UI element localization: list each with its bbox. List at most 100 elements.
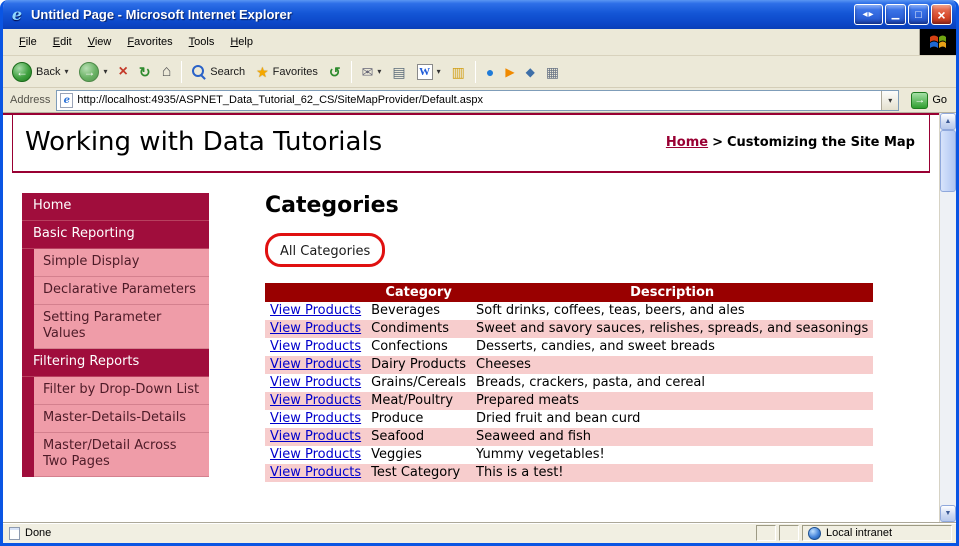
scrollbar-track[interactable] <box>940 130 956 505</box>
view-products-link[interactable]: View Products <box>270 321 361 336</box>
description-cell: This is a test! <box>476 465 564 480</box>
research-button[interactable]: ◆ <box>521 64 540 80</box>
table-row: View Products Grains/Cereals Breads, crack… <box>265 374 873 392</box>
discuss-button[interactable]: ▥ <box>447 63 470 81</box>
title-bar[interactable]: e Untitled Page - Microsoft Internet Exp… <box>3 0 956 29</box>
home-button[interactable]: ⌂ <box>157 62 177 82</box>
minimize-button[interactable]: ▁ <box>885 4 906 25</box>
view-products-cell: View Products <box>265 338 366 356</box>
categories-table-body: View Products Beverages Soft drinks, coffe… <box>265 302 874 482</box>
sidebar-item-setting-parameter-values[interactable]: Setting Parameter Values <box>34 305 209 349</box>
menu-item-view[interactable]: View <box>80 32 120 52</box>
view-products-link[interactable]: View Products <box>270 375 361 390</box>
description-cell: Seaweed and fish <box>476 429 592 444</box>
all-categories-link[interactable]: All Categories <box>280 244 370 259</box>
maximize-button[interactable]: □ <box>908 4 929 25</box>
search-icon <box>192 64 206 79</box>
menu-item-tools[interactable]: Tools <box>181 32 223 52</box>
category-cell: Confections <box>371 339 448 354</box>
address-dropdown-button[interactable]: ▾ <box>881 90 899 110</box>
menu-item-help[interactable]: Help <box>222 32 261 52</box>
description-cell: Prepared meats <box>476 393 579 408</box>
search-button[interactable]: Search <box>187 63 250 81</box>
menu-item-edit[interactable]: Edit <box>45 32 80 52</box>
status-bar: Done Local intranet <box>3 522 956 543</box>
home-icon: ⌂ <box>161 62 172 80</box>
status-spacer-pane <box>756 525 776 541</box>
address-url[interactable]: http://localhost:4935/ASPNET_Data_Tutori… <box>77 94 877 106</box>
status-spacer-pane <box>779 525 799 541</box>
table-row: View Products Condiments Sweet and savory … <box>265 320 874 338</box>
scrollbar-thumb[interactable] <box>940 130 956 192</box>
table-row: View Products Veggies Yummy vegetables! <box>265 446 873 464</box>
forward-button[interactable]: → ▾ <box>74 60 112 84</box>
zone-text: Local intranet <box>826 527 893 539</box>
go-button[interactable]: → Go <box>905 91 953 110</box>
breadcrumb-home-link[interactable]: Home <box>666 135 708 150</box>
sidebar-item-simple-display[interactable]: Simple Display <box>34 249 209 277</box>
column-header-category: Category <box>366 283 472 302</box>
sidebar-item-filtering-reports[interactable]: Filtering Reports <box>22 349 209 377</box>
refresh-button[interactable]: ↻ <box>134 63 156 81</box>
view-products-link[interactable]: View Products <box>270 411 361 426</box>
description-cell: Dried fruit and bean curd <box>476 411 641 426</box>
description-cell: Desserts, candies, and sweet breads <box>476 339 715 354</box>
view-products-link[interactable]: View Products <box>270 465 361 480</box>
vertical-scrollbar[interactable]: ▲ ▼ <box>939 113 956 522</box>
scroll-down-button[interactable]: ▼ <box>940 505 956 522</box>
menu-item-file[interactable]: File <box>11 32 45 52</box>
category-cell: Condiments <box>371 321 450 336</box>
breadcrumb-separator: > <box>712 134 723 150</box>
table-header-row: Category Description <box>265 283 874 302</box>
edit-dropdown-icon[interactable]: ▾ <box>437 67 441 76</box>
back-button[interactable]: ← Back ▾ <box>7 60 73 84</box>
table-row: View Products Confections Desserts, candie… <box>265 338 873 356</box>
print-button[interactable]: ▤ <box>387 63 410 81</box>
main-content: Categories All Categories Category Descr… <box>209 193 939 482</box>
page-header: Working with Data Tutorials Home > Customi… <box>12 115 930 173</box>
table-row: View Products Produce Dried fruit and bean… <box>265 410 873 428</box>
sidebar-item-home[interactable]: Home <box>22 193 209 221</box>
view-products-link[interactable]: View Products <box>270 393 361 408</box>
view-products-link[interactable]: View Products <box>270 339 361 354</box>
view-products-link[interactable]: View Products <box>270 357 361 372</box>
view-products-link[interactable]: View Products <box>270 447 361 462</box>
category-cell: Dairy Products <box>371 357 467 372</box>
status-pane: Done <box>7 525 753 541</box>
edit-button[interactable]: W ▾ <box>412 62 446 82</box>
sidebar-item-basic-reporting[interactable]: Basic Reporting <box>22 221 209 249</box>
close-button[interactable]: × <box>931 4 952 25</box>
mail-icon: ✉ <box>361 63 374 80</box>
sidebar-item-declarative-parameters[interactable]: Declarative Parameters <box>34 277 209 305</box>
sidebar-item-master-detail-across-two-pages[interactable]: Master/Detail Across Two Pages <box>34 433 209 477</box>
addon-arrow-button[interactable]: ▶ <box>500 64 519 80</box>
view-products-link[interactable]: View Products <box>270 303 361 318</box>
menu-item-favorites[interactable]: Favorites <box>119 32 180 52</box>
grid-addon-button[interactable]: ▦ <box>541 63 564 81</box>
mail-button[interactable]: ✉ ▾ <box>357 63 387 81</box>
window-arrows-button[interactable]: ◂▸ <box>854 4 883 25</box>
stop-icon: × <box>118 62 128 80</box>
favorites-star-icon: ★ <box>256 63 269 80</box>
address-input[interactable]: e http://localhost:4935/ASPNET_Data_Tuto… <box>56 89 900 111</box>
back-dropdown-icon[interactable]: ▾ <box>64 67 68 76</box>
sidebar-item-filter-by-drop-down-list[interactable]: Filter by Drop-Down List <box>34 377 209 405</box>
page-icon: e <box>60 92 74 108</box>
browser-window: e Untitled Page - Microsoft Internet Exp… <box>0 0 959 546</box>
scroll-up-button[interactable]: ▲ <box>940 113 956 130</box>
favorites-label: Favorites <box>272 65 318 78</box>
messenger-button[interactable]: ● <box>481 63 499 81</box>
addon-arrow-icon: ▶ <box>505 64 515 79</box>
sidebar-item-master-details-details[interactable]: Master-Details-Details <box>34 405 209 433</box>
forward-dropdown-icon[interactable]: ▾ <box>103 67 107 76</box>
category-cell: Meat/Poultry <box>371 393 454 408</box>
favorites-button[interactable]: ★ Favorites <box>251 63 323 81</box>
view-products-cell: View Products <box>265 464 366 482</box>
history-button[interactable]: ↺ <box>324 63 346 81</box>
research-icon: ◆ <box>525 64 535 79</box>
mail-dropdown-icon[interactable]: ▾ <box>377 67 381 76</box>
print-icon: ▤ <box>392 63 406 80</box>
stop-button[interactable]: × <box>114 62 133 82</box>
view-products-link[interactable]: View Products <box>270 429 361 444</box>
intranet-globe-icon <box>808 526 821 540</box>
